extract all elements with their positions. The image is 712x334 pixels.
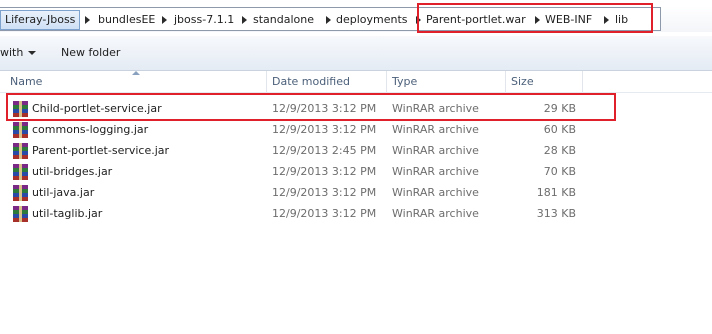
winrar-archive-icon <box>13 185 28 201</box>
file-row[interactable]: util-java.jar 12/9/2013 3:12 PM WinRAR a… <box>0 183 712 204</box>
winrar-archive-icon <box>13 122 28 138</box>
organize-label: with <box>0 46 24 59</box>
breadcrumb-highlight-box <box>417 3 653 33</box>
file-type: WinRAR archive <box>392 144 479 157</box>
breadcrumb-item-jboss[interactable]: jboss-7.1.1 <box>174 12 234 28</box>
file-size: 181 KB <box>536 186 576 199</box>
winrar-archive-icon <box>13 164 28 180</box>
column-divider[interactable] <box>582 71 583 92</box>
organize-button[interactable]: with <box>0 45 37 61</box>
column-header-row: Name Date modified Type Size <box>0 71 712 93</box>
column-header-name[interactable]: Name <box>10 75 42 88</box>
breadcrumb-item-standalone[interactable]: standalone <box>253 12 314 28</box>
file-type: WinRAR archive <box>392 123 479 136</box>
breadcrumb-separator-icon[interactable] <box>85 16 90 24</box>
file-name: util-java.jar <box>32 186 95 199</box>
file-row[interactable]: commons-logging.jar 12/9/2013 3:12 PM Wi… <box>0 120 712 141</box>
file-row[interactable]: Parent-portlet-service.jar 12/9/2013 2:4… <box>0 141 712 162</box>
file-date: 12/9/2013 2:45 PM <box>272 144 377 157</box>
column-divider[interactable] <box>386 71 387 92</box>
column-header-type[interactable]: Type <box>392 75 417 88</box>
file-date: 12/9/2013 3:12 PM <box>272 207 377 220</box>
address-bar[interactable]: Liferay-Jboss bundlesEE jboss-7.1.1 stan… <box>0 3 712 33</box>
breadcrumb-item-liferay-jboss[interactable]: Liferay-Jboss <box>0 10 81 30</box>
file-type: WinRAR archive <box>392 207 479 220</box>
breadcrumb-separator-icon[interactable] <box>162 16 167 24</box>
file-size: 60 KB <box>543 123 576 136</box>
column-header-date-modified[interactable]: Date modified <box>272 75 350 88</box>
column-divider[interactable] <box>266 71 267 92</box>
file-row[interactable]: util-taglib.jar 12/9/2013 3:12 PM WinRAR… <box>0 204 712 225</box>
file-size: 313 KB <box>536 207 576 220</box>
column-header-size[interactable]: Size <box>511 75 534 88</box>
file-name: commons-logging.jar <box>32 123 149 136</box>
sort-ascending-icon <box>132 71 140 75</box>
winrar-archive-icon <box>13 206 28 222</box>
file-type: WinRAR archive <box>392 165 479 178</box>
file-size: 28 KB <box>543 144 576 157</box>
file-date: 12/9/2013 3:12 PM <box>272 123 377 136</box>
winrar-archive-icon <box>13 143 28 159</box>
breadcrumb-item-deployments[interactable]: deployments <box>336 12 408 28</box>
new-folder-button[interactable]: New folder <box>61 45 120 61</box>
file-date: 12/9/2013 3:12 PM <box>272 186 377 199</box>
file-type: WinRAR archive <box>392 186 479 199</box>
chevron-down-icon <box>28 51 37 55</box>
breadcrumb-separator-icon[interactable] <box>326 16 331 24</box>
file-name: Parent-portlet-service.jar <box>32 144 170 157</box>
file-name: util-bridges.jar <box>32 165 113 178</box>
file-row[interactable]: util-bridges.jar 12/9/2013 3:12 PM WinRA… <box>0 162 712 183</box>
file-size: 70 KB <box>543 165 576 178</box>
breadcrumb-separator-icon[interactable] <box>242 16 247 24</box>
file-name: util-taglib.jar <box>32 207 103 220</box>
breadcrumb-item-bundlesee[interactable]: bundlesEE <box>98 12 155 28</box>
command-bar: with New folder <box>0 36 712 71</box>
file-row-highlight-box <box>6 93 616 121</box>
file-date: 12/9/2013 3:12 PM <box>272 165 377 178</box>
column-divider[interactable] <box>505 71 506 92</box>
